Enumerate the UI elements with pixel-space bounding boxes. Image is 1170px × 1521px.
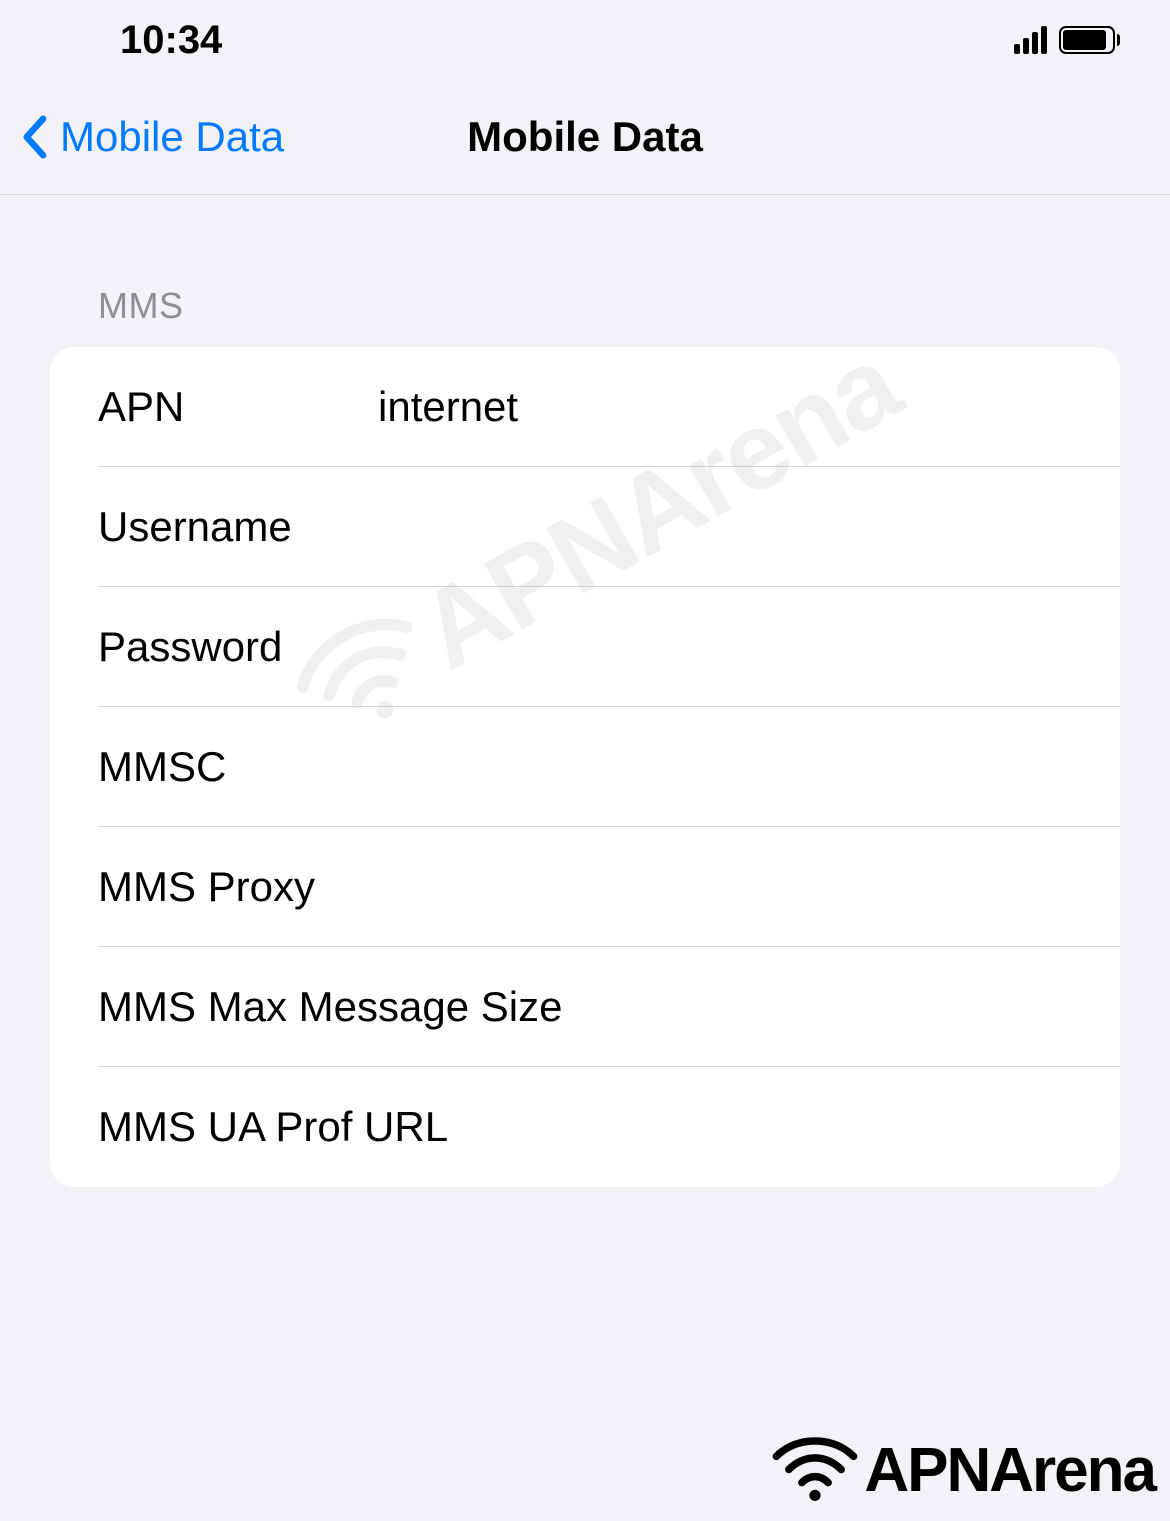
status-bar: 10:34 [0,0,1170,80]
mms-proxy-label: MMS Proxy [98,863,378,911]
mmsc-label: MMSC [98,743,378,791]
navigation-bar: Mobile Data Mobile Data [0,80,1170,195]
username-row[interactable]: Username [50,467,1120,587]
cellular-signal-icon [1014,26,1047,54]
wifi-icon [770,1436,860,1506]
mmsc-row[interactable]: MMSC [50,707,1120,827]
settings-group-mms: APN internet Username Password MMSC MMS … [50,347,1120,1187]
mms-max-size-row[interactable]: MMS Max Message Size [50,947,1120,1067]
back-button[interactable]: Mobile Data [20,113,284,161]
battery-icon [1059,26,1120,54]
username-label: Username [98,503,378,551]
apn-value[interactable]: internet [378,383,1120,431]
mms-max-size-label: MMS Max Message Size [98,983,562,1031]
back-button-label: Mobile Data [60,113,284,161]
page-title: Mobile Data [467,113,703,161]
footer-text: APNArena [864,1435,1155,1506]
password-row[interactable]: Password [50,587,1120,707]
status-indicators [1014,26,1120,54]
apn-row[interactable]: APN internet [50,347,1120,467]
content-area: MMS APN internet Username Password MMSC … [0,195,1170,1187]
status-time: 10:34 [120,18,222,63]
mms-ua-prof-label: MMS UA Prof URL [98,1103,448,1151]
section-header-mms: MMS [50,285,1120,327]
password-label: Password [98,623,378,671]
apn-label: APN [98,383,378,431]
chevron-left-icon [20,115,48,159]
mms-proxy-row[interactable]: MMS Proxy [50,827,1120,947]
footer-logo: APNArena [770,1435,1155,1506]
mms-ua-prof-row[interactable]: MMS UA Prof URL [50,1067,1120,1187]
